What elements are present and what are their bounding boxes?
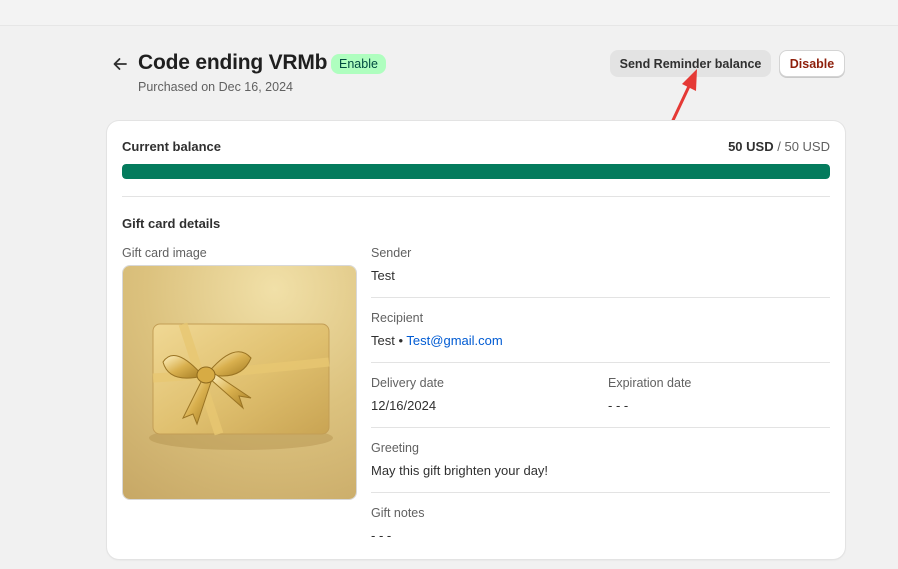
status-badge: Enable [331,54,386,74]
disable-button[interactable]: Disable [779,50,845,77]
balance-current: 50 USD [728,139,774,154]
gift-card-panel: Current balance 50 USD / 50 USD Gift car… [107,121,845,559]
delivery-date-label: Delivery date [371,376,444,390]
divider [371,492,830,493]
balance-amount: 50 USD / 50 USD [728,139,830,154]
top-bar [0,0,898,26]
balance-progress-fill [122,164,830,179]
gift-card-image [122,265,357,500]
page-title: Code ending VRMb [138,51,328,74]
delivery-date-value: 12/16/2024 [371,398,437,413]
greeting-value: May this gift brighten your day! [371,463,549,478]
arrow-left-icon [113,58,127,70]
divider [122,196,830,197]
sender-label: Sender [371,246,412,260]
recipient-email-link[interactable]: Test@gmail.com [406,333,502,348]
balance-separator: / [777,139,781,154]
sender-value: Test [371,268,395,283]
greeting-label: Greeting [371,441,419,455]
gift-card-image-label: Gift card image [122,246,207,260]
gift-notes-label: Gift notes [371,506,425,520]
recipient-name: Test [371,333,395,348]
purchase-date: Purchased on Dec 16, 2024 [138,80,293,94]
expiration-date-label: Expiration date [608,376,692,390]
recipient-separator: • [398,333,404,348]
balance-progress-bar [122,164,830,179]
divider [371,427,830,428]
gift-card-details-title: Gift card details [122,216,221,231]
back-button[interactable] [109,53,131,75]
expiration-date-value: - - - [608,398,629,413]
recipient-value: Test • Test@gmail.com [371,333,503,348]
balance-total: 50 USD [784,139,830,154]
divider [371,362,830,363]
gift-notes-value: - - - [371,528,392,543]
divider [371,297,830,298]
gift-card-illustration [123,266,356,499]
recipient-label: Recipient [371,311,424,325]
current-balance-label: Current balance [122,139,221,154]
